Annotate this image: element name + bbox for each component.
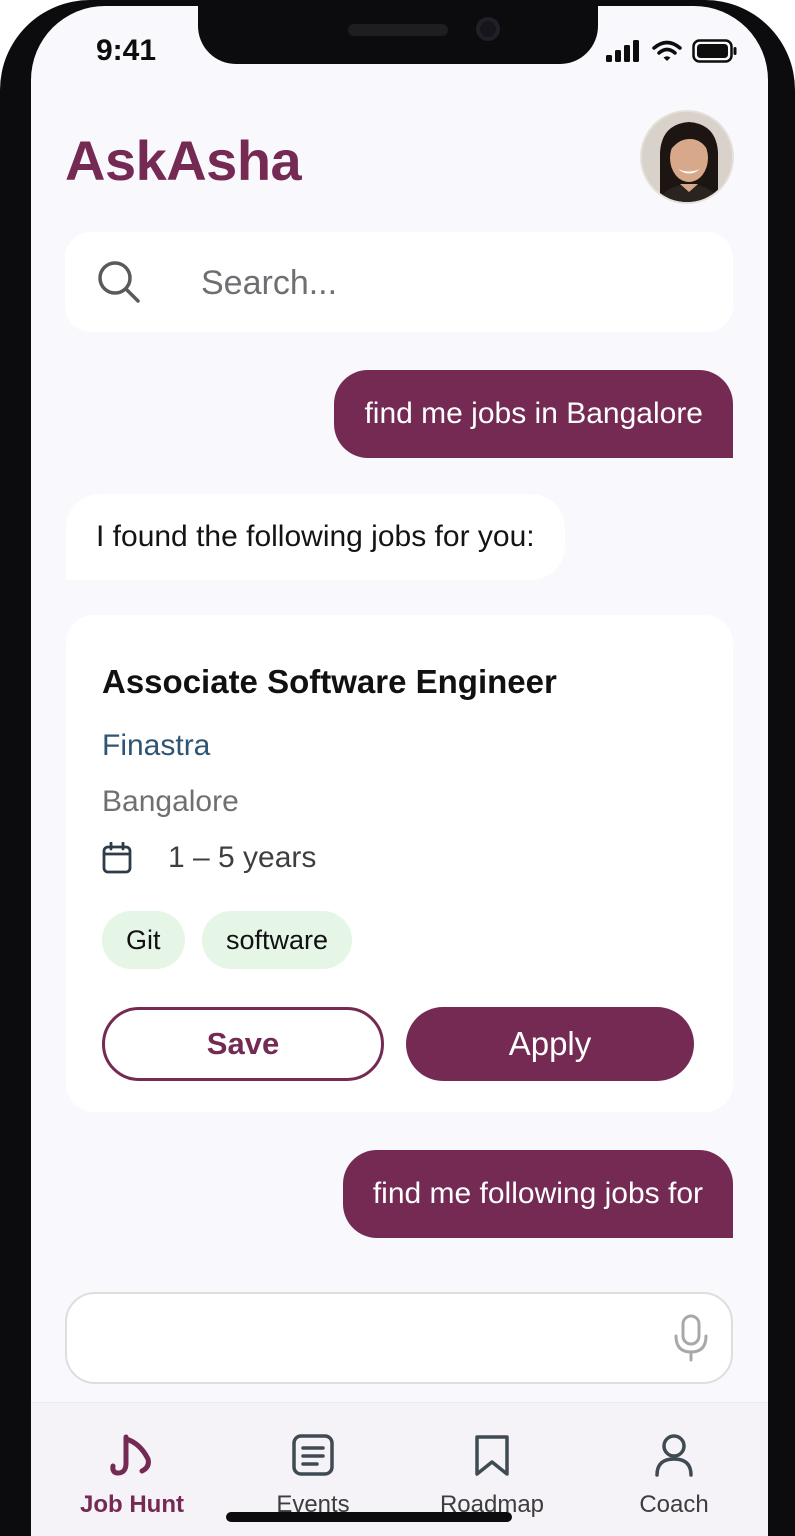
nav-label: Job Hunt [80,1491,184,1518]
skill-tag: Git [102,911,185,969]
skill-tag: software [202,911,353,969]
chat-input-box[interactable] [65,1292,733,1384]
status-time: 9:41 [96,34,157,67]
speaker-grille [348,24,448,36]
job-experience: 1 – 5 years [168,841,317,874]
app-screen: 9:41 AskAsha Search... find me jobs in B… [31,6,768,1536]
avatar-portrait [642,112,732,202]
front-camera [476,17,500,41]
wifi-icon [652,40,682,61]
nav-item-coach[interactable]: Coach [599,1425,749,1519]
calendar-icon [102,842,132,874]
nav-label: Coach [639,1491,709,1518]
status-icons [606,39,738,63]
nav-item-job-hunt[interactable]: Job Hunt [57,1425,207,1519]
job-location: Bangalore [102,785,239,818]
job-hunt-icon [110,1434,151,1476]
app-title: AskAsha [65,129,302,192]
notch [198,6,598,64]
avatar[interactable] [640,110,734,204]
job-company[interactable]: Finastra [102,729,210,763]
job-title: Associate Software Engineer [102,663,557,700]
assistant-message: I found the following jobs for you: [66,494,565,580]
search-icon [98,261,140,303]
save-button[interactable]: Save [102,1007,384,1081]
phone-frame: 9:41 AskAsha Search... find me jobs in B… [0,0,795,1536]
nav-item-roadmap[interactable]: Roadmap [417,1425,567,1519]
microphone-icon[interactable] [673,1314,709,1362]
cellular-signal-icon [606,40,639,62]
person-icon [655,1434,693,1477]
search-placeholder: Search... [201,264,338,302]
search-bar[interactable]: Search... [65,232,733,332]
bookmark-icon [475,1435,509,1476]
events-icon [292,1434,334,1476]
apply-button[interactable]: Apply [406,1007,694,1081]
nav-item-events[interactable]: Events [238,1425,388,1519]
user-message: find me following jobs for [342,1150,733,1238]
chat-input-field[interactable] [87,1306,647,1372]
home-indicator [226,1512,512,1522]
user-message: find me jobs in Bangalore [334,370,733,458]
battery-icon [692,39,737,63]
job-card: Associate Software Engineer Finastra Ban… [66,615,733,1112]
